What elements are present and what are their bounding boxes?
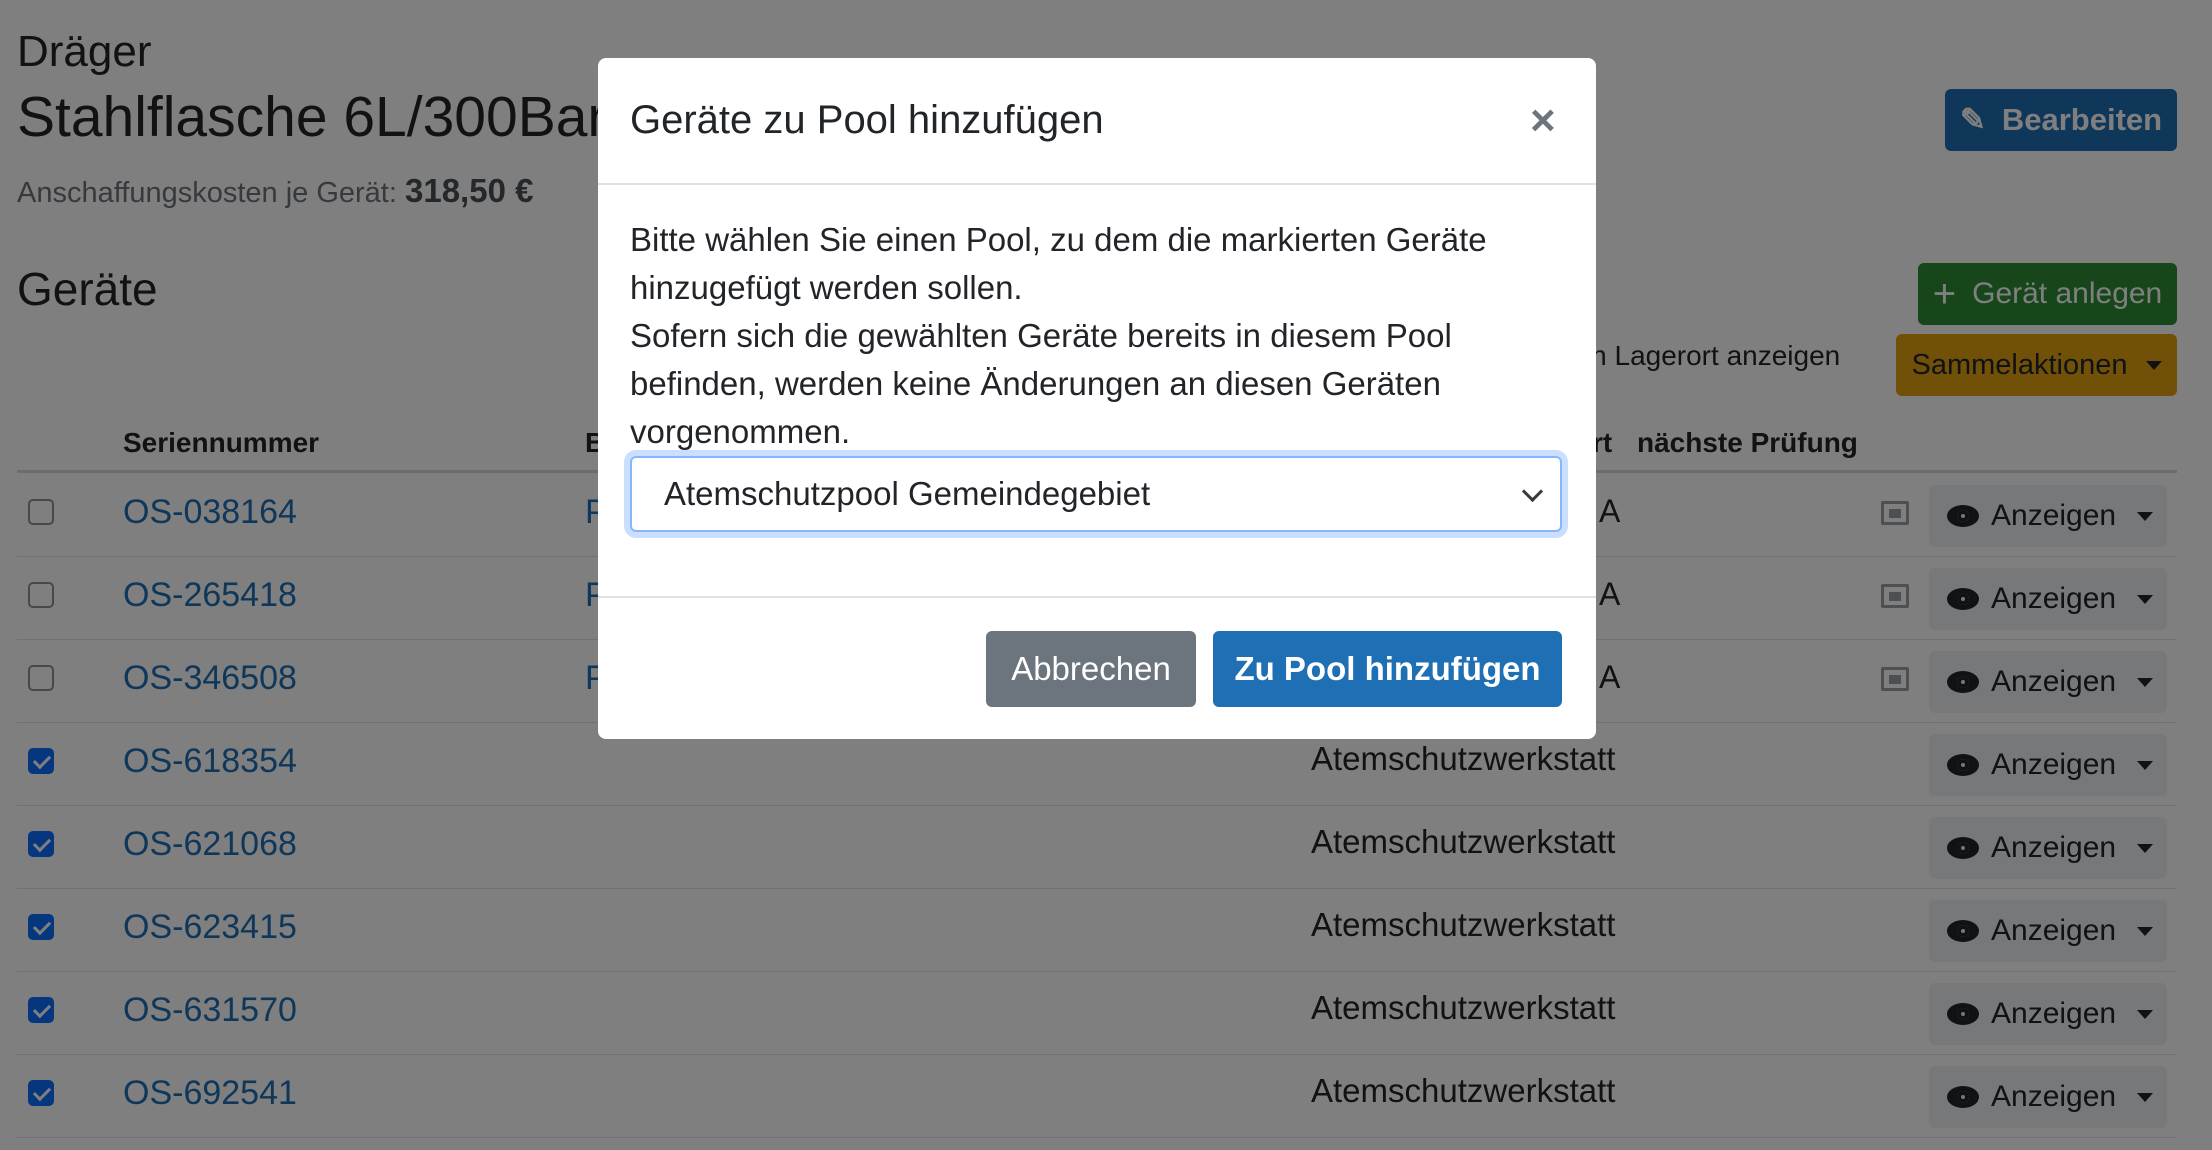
pool-select[interactable]: Atemschutzpool Gemeindegebiet [630, 456, 1562, 532]
cancel-button[interactable]: Abbrechen [986, 631, 1196, 707]
dialog-message: Bitte wählen Sie einen Pool, zu dem die … [630, 216, 1550, 456]
add-to-pool-dialog: Geräte zu Pool hinzufügen × Bitte wählen… [598, 58, 1596, 739]
add-to-pool-button[interactable]: Zu Pool hinzufügen [1213, 631, 1562, 707]
pool-select-value: Atemschutzpool Gemeindegebiet [664, 475, 1151, 512]
dialog-message-line-2: Sofern sich die gewählten Geräte bereits… [630, 317, 1452, 450]
chevron-down-icon [1521, 480, 1544, 503]
close-icon[interactable]: × [1530, 96, 1556, 146]
dialog-title: Geräte zu Pool hinzufügen [630, 98, 1104, 142]
dialog-message-line-1: Bitte wählen Sie einen Pool, zu dem die … [630, 221, 1487, 306]
dialog-footer-divider [598, 596, 1596, 598]
dialog-header-divider [598, 183, 1596, 185]
